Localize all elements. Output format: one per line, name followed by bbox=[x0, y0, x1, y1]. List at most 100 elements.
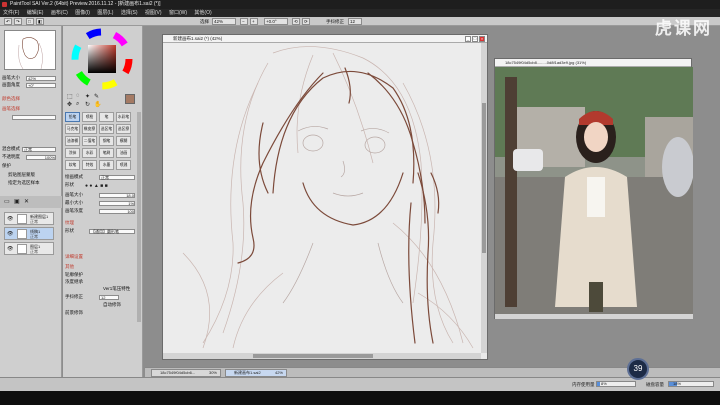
option-ver1-pressure[interactable]: Ver1笔压特性 bbox=[103, 286, 130, 292]
brush-size-field[interactable]: 42% bbox=[26, 76, 56, 81]
zoom-out-icon[interactable]: − bbox=[240, 18, 248, 25]
menu-file[interactable]: 文件(F) bbox=[0, 9, 22, 17]
eye-icon[interactable]: 👁 bbox=[7, 246, 13, 252]
close-icon[interactable]: × bbox=[479, 36, 485, 42]
magic-wand-icon[interactable]: ✦ bbox=[85, 93, 90, 100]
stab-field[interactable]: 12 bbox=[99, 295, 119, 300]
adv-header[interactable]: 其他 bbox=[65, 264, 74, 270]
canvas-vscroll-thumb[interactable] bbox=[482, 103, 486, 253]
hand-tool-icon[interactable]: ✋ bbox=[94, 101, 101, 108]
delete-layer-icon[interactable]: ✕ bbox=[24, 198, 29, 205]
stabilizer-select[interactable]: 12 bbox=[348, 18, 362, 25]
clip-mask-option[interactable]: 剪贴图层蒙版 bbox=[8, 172, 35, 178]
tool-binary[interactable]: 二值笔 bbox=[82, 136, 97, 146]
zoom-select[interactable]: 42% bbox=[212, 18, 236, 25]
new-layer-icon[interactable]: ▭ bbox=[4, 198, 10, 205]
eye-icon[interactable]: 👁 bbox=[7, 216, 13, 222]
tool-selerase[interactable]: 选区擦 bbox=[116, 124, 131, 134]
menu-layer[interactable]: 图层(L) bbox=[94, 9, 116, 17]
new-folder-icon[interactable]: ▣ bbox=[14, 198, 20, 205]
option-foreground[interactable]: 前景修饰 bbox=[65, 310, 83, 316]
shape2-select[interactable]: 【通用】圆形笔 bbox=[89, 229, 135, 234]
menu-canvas[interactable]: 画布(C) bbox=[48, 9, 71, 17]
tool-marker[interactable]: 马克笔 bbox=[65, 124, 80, 134]
doc-tab-canvas[interactable]: 新建画布1.sai2 42% bbox=[225, 369, 287, 377]
tool-brush[interactable]: 笔刷 bbox=[99, 148, 114, 158]
tool-selpen[interactable]: 选区笔 bbox=[99, 124, 114, 134]
density-field[interactable]: 100 bbox=[99, 209, 135, 214]
tool-bucket[interactable]: 油漆桶 bbox=[65, 136, 80, 146]
menu-edit[interactable]: 编辑(E) bbox=[24, 9, 47, 17]
eyedropper-icon[interactable]: ✎ bbox=[94, 93, 99, 100]
option-outline-protect[interactable]: 轮廓保护 bbox=[65, 272, 83, 278]
tool-fx[interactable]: 特效 bbox=[82, 160, 97, 170]
selection-source-option[interactable]: 指定为选区样本 bbox=[8, 180, 40, 186]
maximize-icon[interactable]: □ bbox=[472, 36, 478, 42]
texture-header[interactable]: 纹理 bbox=[65, 220, 74, 226]
reference-hscrollbar[interactable] bbox=[495, 314, 693, 319]
tool-ink[interactable]: 水墨 bbox=[99, 160, 114, 170]
brush-tip-shapes[interactable]: ● ● ▲ ■ ■ bbox=[85, 183, 135, 189]
sketch-canvas[interactable] bbox=[163, 43, 481, 353]
title-bar: PaintTool SAI Ver.2 (64bit) Preview.2016… bbox=[0, 0, 720, 9]
eye-icon[interactable]: 👁 bbox=[7, 231, 13, 237]
rotate-left-icon[interactable]: ⟲ bbox=[292, 18, 300, 25]
canvas-hscrollbar[interactable] bbox=[163, 353, 481, 359]
detail-header[interactable]: 详细设置 bbox=[65, 254, 83, 260]
canvas-hscroll-thumb[interactable] bbox=[253, 354, 373, 358]
menu-view[interactable]: 视图(V) bbox=[142, 9, 165, 17]
tool-watercolor[interactable]: 水彩笔 bbox=[116, 112, 131, 122]
brush-preset-field[interactable] bbox=[12, 115, 56, 120]
option-density-inherit[interactable]: 浓度继承 bbox=[65, 279, 83, 285]
tool-soft[interactable]: 软笔 bbox=[65, 160, 80, 170]
menu-select[interactable]: 选择(S) bbox=[118, 9, 141, 17]
taskbar bbox=[0, 391, 720, 405]
menu-other[interactable]: 其他(O) bbox=[191, 9, 214, 17]
tool-vpen[interactable]: 钢笔 bbox=[99, 136, 114, 146]
tool-pen[interactable]: 笔 bbox=[99, 112, 114, 122]
paint-mode-select[interactable]: 正常 bbox=[99, 175, 135, 180]
tool-panel-scrollbar[interactable] bbox=[137, 112, 141, 322]
zoom-badge-value: 39 bbox=[633, 364, 643, 373]
layer-item[interactable]: 👁 线稿1 正常 bbox=[4, 227, 54, 240]
layer-item[interactable]: 👁 新建图层1 正常 bbox=[4, 212, 54, 225]
menu-image[interactable]: 图像(I) bbox=[72, 9, 93, 17]
tool-splash[interactable]: 喷溅 bbox=[116, 160, 131, 170]
size-field[interactable]: 18.0 bbox=[99, 193, 135, 198]
tool-pencil[interactable]: 铅笔 bbox=[65, 112, 80, 122]
doc-tab-reference[interactable]: 18c7549f04d5cb6... 30% bbox=[151, 369, 221, 377]
tool-oil[interactable]: 油画 bbox=[116, 148, 131, 158]
rotate-tool-icon[interactable]: ↻ bbox=[85, 101, 90, 108]
invert-icon[interactable]: ◧ bbox=[36, 18, 44, 25]
tool-blur[interactable]: 模糊 bbox=[116, 136, 131, 146]
tool-airbrush[interactable]: 喷枪 bbox=[82, 112, 97, 122]
foreground-color-swatch[interactable] bbox=[125, 94, 135, 104]
rotation-field[interactable]: +0° bbox=[26, 83, 56, 88]
layer-item[interactable]: 👁 图层1 正常 bbox=[4, 242, 54, 255]
select-tool-icon[interactable]: ⬚ bbox=[67, 93, 73, 100]
min-size-field[interactable]: 1% bbox=[99, 201, 135, 206]
canvas-vscrollbar[interactable] bbox=[481, 43, 487, 353]
deselect-icon[interactable]: □ bbox=[26, 18, 34, 25]
zoom-in-icon[interactable]: + bbox=[250, 18, 258, 25]
move-tool-icon[interactable]: ✥ bbox=[67, 101, 72, 108]
rotate-right-icon[interactable]: ⟳ bbox=[302, 18, 310, 25]
tool-wet[interactable]: 水彩 bbox=[82, 148, 97, 158]
blend-mode-select[interactable]: 正常 bbox=[22, 147, 56, 152]
brush-section-header[interactable]: 画笔选择 bbox=[2, 106, 20, 112]
opacity-field[interactable]: 100% bbox=[26, 155, 56, 160]
option-auto-correct[interactable]: 自动修饰 bbox=[103, 302, 121, 308]
tool-eraser[interactable]: 橡皮擦 bbox=[82, 124, 97, 134]
rotation-select[interactable]: +0.0° bbox=[264, 18, 288, 25]
undo-icon[interactable]: ↶ bbox=[4, 18, 12, 25]
redo-icon[interactable]: ↷ bbox=[14, 18, 22, 25]
minimize-icon[interactable]: _ bbox=[465, 36, 471, 42]
navigator-preview[interactable] bbox=[4, 30, 56, 70]
disk-label: 磁盘容量 bbox=[646, 382, 664, 387]
color-wheel[interactable] bbox=[71, 28, 133, 90]
zoom-tool-icon[interactable]: ⌕ bbox=[76, 101, 79, 108]
lasso-tool-icon[interactable]: ◌ bbox=[76, 93, 80, 99]
menu-window[interactable]: 窗口(W) bbox=[166, 9, 190, 17]
color-section-header[interactable]: 颜色选择 bbox=[2, 96, 20, 102]
tool-smudge[interactable]: 涂抹 bbox=[65, 148, 80, 158]
